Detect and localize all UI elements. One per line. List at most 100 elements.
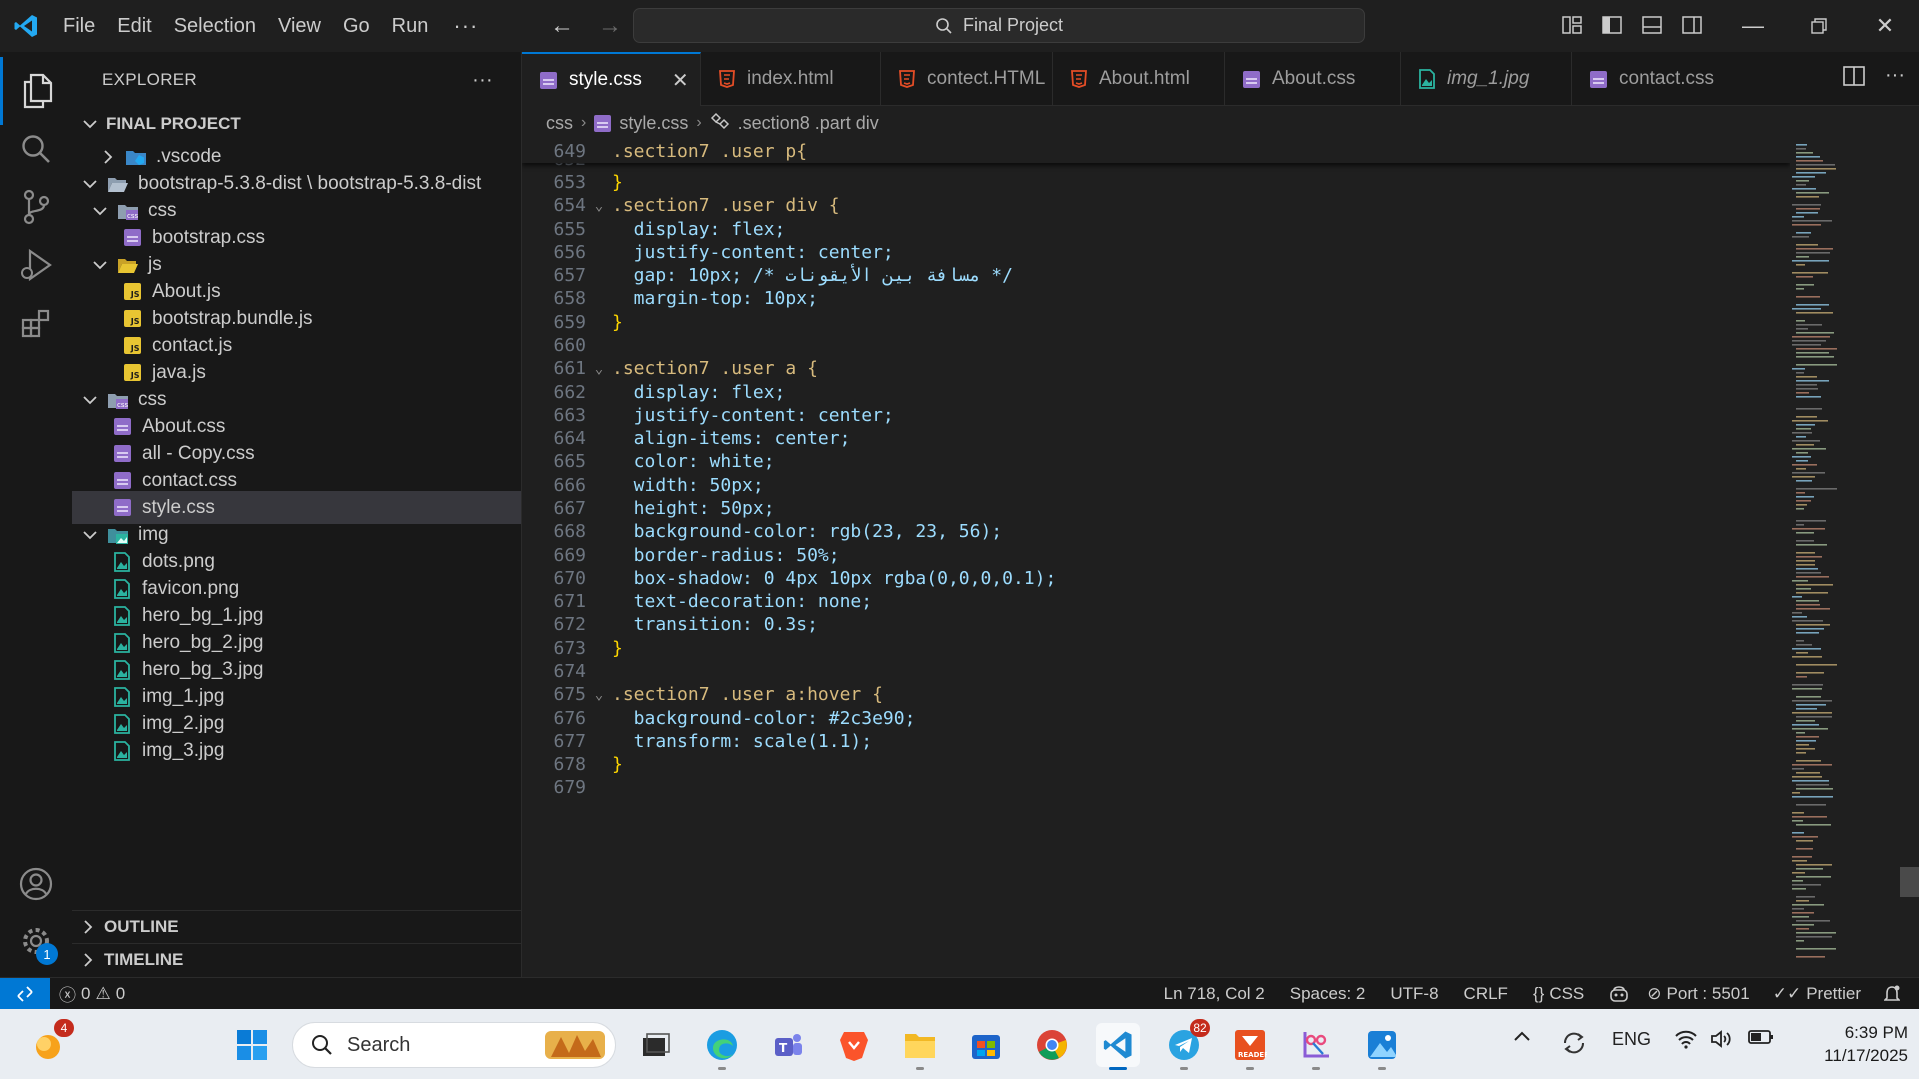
toggle-primary-sidebar-icon[interactable]	[1598, 10, 1626, 40]
code-line[interactable]: 660	[522, 334, 1790, 357]
fold-chevron-icon[interactable]: ⌄	[586, 361, 612, 377]
input-language[interactable]: ENG	[1612, 1029, 1651, 1050]
code-line[interactable]: 677 transform: scale(1.1);	[522, 730, 1790, 753]
microsoft-store-icon[interactable]	[964, 1023, 1008, 1067]
prettier-status[interactable]: ✓✓ Prettier	[1759, 984, 1870, 1004]
customize-layout-icon[interactable]	[1558, 10, 1586, 40]
code-editor[interactable]: 649 .section7 .user p{ 652 653} 654⌄.sec…	[522, 140, 1790, 976]
tab-about-css[interactable]: About.css	[1225, 52, 1401, 106]
split-editor-icon[interactable]	[1843, 66, 1865, 91]
tab-contect-html[interactable]: contect.HTML	[881, 52, 1053, 106]
sync-icon[interactable]	[1560, 1029, 1588, 1057]
show-hidden-icons-icon[interactable]	[1512, 1029, 1532, 1043]
chrome-browser-icon[interactable]	[1030, 1023, 1074, 1067]
tab-img-1-jpg[interactable]: img_1.jpg	[1401, 52, 1572, 106]
line-ending[interactable]: CRLF	[1448, 984, 1517, 1004]
encoding[interactable]: UTF-8	[1374, 984, 1447, 1004]
fold-chevron-icon[interactable]: ⌄	[586, 198, 612, 214]
live-server-port[interactable]: ⊘ Port : 5501	[1638, 984, 1758, 1004]
editor-scrollbar[interactable]	[1900, 140, 1919, 976]
code-line[interactable]: 668 background-color: rgb(23, 23, 56);	[522, 520, 1790, 543]
code-line[interactable]: 670 box-shadow: 0 4px 10px rgba(0,0,0,0.…	[522, 567, 1790, 590]
code-line[interactable]: 669 border-radius: 50%;	[522, 544, 1790, 567]
project-folder-header[interactable]: FINAL PROJECT	[72, 108, 521, 140]
back-arrow-icon[interactable]: ←	[548, 12, 576, 40]
tab-index-html[interactable]: index.html	[701, 52, 881, 106]
vscode-taskbar-icon[interactable]	[1096, 1023, 1140, 1070]
widgets-icon[interactable]: 4	[26, 1019, 74, 1067]
close-window-icon[interactable]: ✕	[1852, 0, 1918, 52]
explorer-more-button[interactable]: ···	[472, 69, 493, 92]
battery-icon[interactable]	[1748, 1029, 1774, 1045]
tree-item-img-3[interactable]: img_3.jpg	[72, 734, 521, 767]
restore-icon[interactable]	[1786, 0, 1852, 52]
toggle-panel-icon[interactable]	[1638, 10, 1666, 40]
scrollbar-thumb[interactable]	[1900, 867, 1919, 897]
remote-indicator-icon[interactable]	[0, 977, 50, 1010]
notifications-bell-icon[interactable]	[1870, 985, 1909, 1003]
code-line[interactable]: 657 gap: 10px; /* مسافة بين الأيقونات */	[522, 264, 1790, 287]
breadcrumb-symbol[interactable]: .section8 .part div	[738, 113, 879, 134]
pdf-reader-icon[interactable]: READER	[1228, 1023, 1272, 1070]
code-line[interactable]: 666 width: 50px;	[522, 474, 1790, 497]
copilot-icon[interactable]	[1593, 985, 1638, 1003]
language-mode[interactable]: {} CSS	[1517, 984, 1593, 1004]
code-line[interactable]: 662 display: flex;	[522, 381, 1790, 404]
code-line[interactable]: 676 background-color: #2c3e90;	[522, 707, 1790, 730]
code-line[interactable]: 671 text-decoration: none;	[522, 590, 1790, 613]
menu-edit[interactable]: Edit	[106, 0, 162, 52]
code-line[interactable]: 655 display: flex;	[522, 218, 1790, 241]
tab-about-html[interactable]: About.html	[1053, 52, 1225, 106]
code-line[interactable]: 654 ⌄ .section7 .user div {	[522, 194, 1790, 217]
menu-go[interactable]: Go	[332, 0, 381, 52]
menu-more-button[interactable]: ···	[439, 0, 492, 52]
command-center-search[interactable]: Final Project	[633, 8, 1365, 43]
photos-app-icon[interactable]	[1360, 1023, 1404, 1070]
system-clock[interactable]: 6:39 PM 11/17/2025	[1790, 1021, 1908, 1067]
code-line[interactable]: 664 align-items: center;	[522, 427, 1790, 450]
code-line[interactable]: 659}	[522, 311, 1790, 334]
breadcrumb-folder[interactable]: css	[546, 113, 573, 134]
more-actions-icon[interactable]: ···	[1885, 65, 1905, 91]
volume-icon[interactable]	[1710, 1029, 1734, 1049]
menu-selection[interactable]: Selection	[163, 0, 267, 52]
outline-section[interactable]: OUTLINE	[72, 910, 521, 943]
toggle-secondary-sidebar-icon[interactable]	[1678, 10, 1706, 40]
close-icon[interactable]: ✕	[672, 68, 689, 93]
code-line[interactable]: 675 ⌄ .section7 .user a:hover {	[522, 683, 1790, 706]
extensions-icon[interactable]	[0, 289, 72, 357]
timeline-section[interactable]: TIMELINE	[72, 943, 521, 976]
code-line[interactable]: 658 margin-top: 10px;	[522, 287, 1790, 310]
code-line[interactable]: 656 justify-content: center;	[522, 241, 1790, 264]
tab-style-css[interactable]: style.css ✕	[522, 52, 701, 106]
problems-indicator[interactable]: ⓧ 0 ⚠ 0	[50, 981, 134, 1006]
indentation[interactable]: Spaces: 2	[1274, 984, 1375, 1004]
code-line[interactable]: 679	[522, 776, 1790, 799]
code-line[interactable]: 667 height: 50px;	[522, 497, 1790, 520]
sticky-scroll-line[interactable]: 649 .section7 .user p{	[522, 140, 1790, 163]
code-line[interactable]: 665 color: white;	[522, 450, 1790, 473]
snipping-tool-icon[interactable]	[1294, 1023, 1338, 1070]
breadcrumb-file[interactable]: style.css	[619, 113, 688, 134]
code-line[interactable]: 678}	[522, 753, 1790, 776]
menu-run[interactable]: Run	[381, 0, 440, 52]
code-line[interactable]: 674	[522, 660, 1790, 683]
code-line[interactable]: 661 ⌄ .section7 .user a {	[522, 357, 1790, 380]
wifi-icon[interactable]	[1674, 1029, 1698, 1049]
settings-gear-icon[interactable]: 1	[0, 907, 72, 975]
file-explorer-icon[interactable]	[898, 1023, 942, 1070]
task-view-icon[interactable]	[634, 1023, 678, 1067]
menu-file[interactable]: File	[52, 0, 106, 52]
brave-browser-icon[interactable]	[832, 1023, 876, 1067]
code-line[interactable]: 673}	[522, 637, 1790, 660]
minimize-icon[interactable]: —	[1720, 0, 1786, 52]
fold-chevron-icon[interactable]: ⌄	[586, 687, 612, 703]
cursor-position[interactable]: Ln 718, Col 2	[1155, 984, 1274, 1004]
minimap[interactable]	[1790, 140, 1900, 976]
taskbar-search[interactable]: Search	[292, 1022, 616, 1068]
edge-browser-icon[interactable]	[700, 1023, 744, 1070]
tab-contact-css[interactable]: contact.css	[1572, 52, 1740, 106]
code-line[interactable]: 672 transition: 0.3s;	[522, 613, 1790, 636]
code-line[interactable]: 663 justify-content: center;	[522, 404, 1790, 427]
teams-icon[interactable]: T	[766, 1023, 810, 1067]
